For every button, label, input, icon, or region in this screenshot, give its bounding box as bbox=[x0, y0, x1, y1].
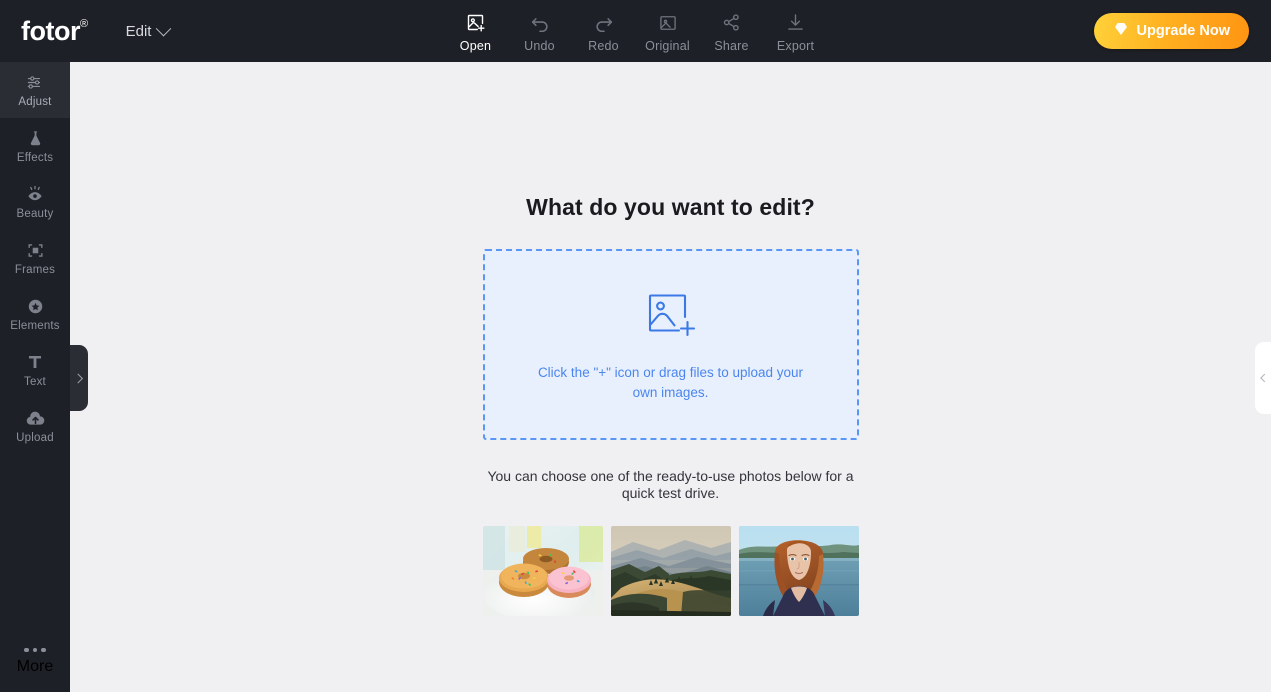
chevron-left-icon bbox=[1260, 373, 1269, 383]
header-tool-group: Open Undo Redo Original Share Export bbox=[444, 10, 828, 53]
upgrade-label: Upgrade Now bbox=[1136, 23, 1230, 39]
sliders-icon bbox=[26, 72, 45, 92]
tool-open[interactable]: Open bbox=[444, 10, 508, 53]
tool-redo[interactable]: Redo bbox=[572, 10, 636, 53]
sidebar-item-more[interactable]: More bbox=[0, 647, 70, 677]
registered-mark: ® bbox=[79, 17, 88, 30]
sample-photo-donuts[interactable] bbox=[482, 526, 603, 616]
tool-original[interactable]: Original bbox=[636, 10, 700, 53]
sidebar-item-label: Frames bbox=[14, 264, 56, 276]
sidebar-more-label: More bbox=[16, 658, 54, 675]
tool-share[interactable]: Share bbox=[700, 10, 764, 53]
chevron-down-icon bbox=[156, 20, 172, 36]
diamond-icon bbox=[1113, 21, 1129, 41]
top-header-bar: fotor® Edit Open Undo Redo Original Shar… bbox=[0, 0, 1271, 62]
sample-photos-subtext: You can choose one of the ready-to-use p… bbox=[487, 468, 854, 501]
left-panel-expand-handle[interactable] bbox=[70, 345, 88, 411]
sidebar-item-label: Adjust bbox=[18, 96, 52, 108]
sidebar-item-frames[interactable]: Frames bbox=[0, 230, 70, 286]
portrait-photo bbox=[738, 526, 859, 616]
sidebar-item-adjust[interactable]: Adjust bbox=[0, 62, 70, 118]
page-title: What do you want to edit? bbox=[526, 194, 815, 220]
tool-label: Undo bbox=[524, 38, 555, 53]
frame-icon bbox=[26, 240, 45, 260]
chevron-right-icon bbox=[72, 373, 83, 383]
sidebar-item-label: Text bbox=[24, 376, 46, 388]
tool-label: Open bbox=[459, 38, 492, 53]
upgrade-now-button[interactable]: Upgrade Now bbox=[1093, 13, 1249, 49]
sidebar-item-effects[interactable]: Effects bbox=[0, 118, 70, 174]
tool-label: Original bbox=[645, 38, 690, 53]
tool-undo[interactable]: Undo bbox=[508, 10, 572, 53]
sidebar-item-label: Upload bbox=[16, 432, 54, 444]
eye-icon bbox=[25, 184, 45, 204]
sidebar-item-label: Elements bbox=[10, 320, 60, 332]
logo-text: fotor bbox=[21, 15, 80, 46]
undo-arrow-icon bbox=[529, 12, 551, 34]
fotor-logo[interactable]: fotor® bbox=[21, 15, 88, 46]
tool-label: Export bbox=[776, 38, 815, 53]
download-icon bbox=[785, 12, 806, 34]
sidebar-item-elements[interactable]: Elements bbox=[0, 286, 70, 342]
tool-label: Share bbox=[714, 38, 749, 53]
image-plus-icon bbox=[465, 12, 486, 34]
tool-label: Redo bbox=[588, 38, 619, 53]
ellipsis-icon bbox=[24, 647, 46, 652]
sample-photo-landscape[interactable] bbox=[610, 526, 731, 616]
image-add-icon bbox=[641, 287, 701, 346]
edit-menu-dropdown[interactable]: Edit bbox=[124, 19, 172, 44]
sidebar-item-upload[interactable]: Upload bbox=[0, 398, 70, 454]
donuts-photo bbox=[482, 526, 603, 616]
sample-photos-row bbox=[482, 526, 859, 616]
landscape-photo bbox=[610, 526, 731, 616]
cloud-upload-icon bbox=[25, 408, 46, 428]
sidebar-item-text[interactable]: Text bbox=[0, 342, 70, 398]
text-t-icon bbox=[26, 352, 44, 372]
dropzone-instruction: Click the "+" icon or drag files to uplo… bbox=[537, 364, 804, 400]
left-sidebar: Adjust Effects Beauty Frames Elements Te… bbox=[0, 62, 70, 692]
flask-icon bbox=[26, 128, 45, 148]
tool-export[interactable]: Export bbox=[764, 10, 828, 53]
sidebar-item-beauty[interactable]: Beauty bbox=[0, 174, 70, 230]
image-icon bbox=[658, 12, 678, 34]
sample-photo-portrait[interactable] bbox=[738, 526, 859, 616]
fotor-editor-window: fotor® Edit Open Undo Redo Original Shar… bbox=[0, 0, 1271, 692]
share-nodes-icon bbox=[721, 12, 742, 34]
edit-menu-label: Edit bbox=[125, 22, 152, 40]
upload-dropzone[interactable]: Click the "+" icon or drag files to uplo… bbox=[482, 249, 859, 440]
sidebar-item-label: Beauty bbox=[16, 208, 54, 220]
star-badge-icon bbox=[26, 296, 45, 316]
sidebar-item-label: Effects bbox=[16, 152, 54, 164]
right-panel-expand-handle[interactable] bbox=[1255, 342, 1271, 414]
editor-canvas-area: What do you want to edit? Click the "+" … bbox=[70, 62, 1271, 692]
redo-arrow-icon bbox=[593, 12, 615, 34]
